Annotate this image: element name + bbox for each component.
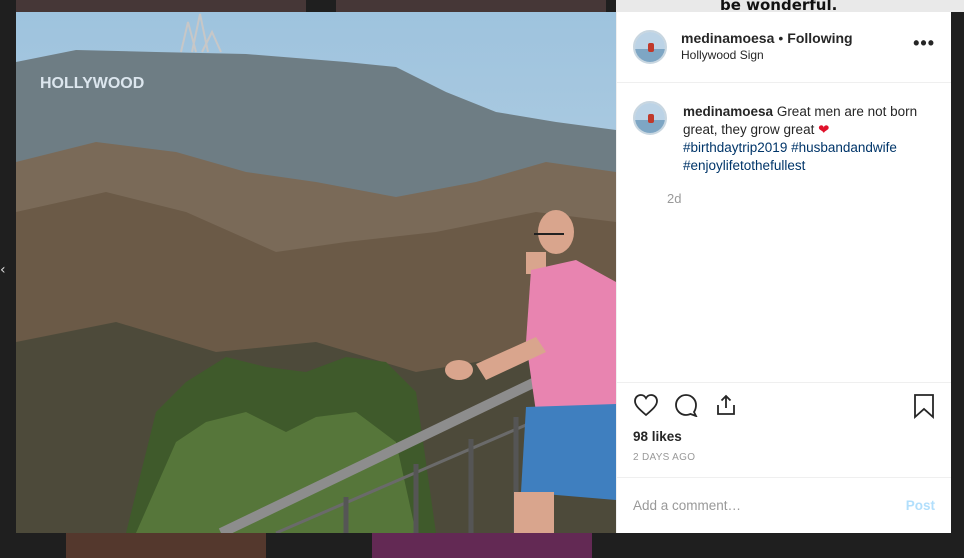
avatar[interactable]: [633, 30, 667, 64]
share-icon[interactable]: [713, 393, 739, 422]
bookmark-icon[interactable]: [913, 393, 935, 424]
post-caption: medinamoesa Great men are not born great…: [683, 103, 933, 175]
heart-emoji: ❤: [818, 122, 830, 137]
hashtag-link[interactable]: #birthdaytrip2019: [683, 140, 787, 155]
comment-input[interactable]: Add a comment…: [633, 498, 906, 513]
feed-tile: [16, 0, 306, 12]
photo-illustration: HOLLYWOOD: [16, 12, 616, 533]
feed-tile: [336, 0, 606, 12]
heart-icon[interactable]: [633, 393, 659, 422]
username-link[interactable]: medinamoesa: [681, 30, 774, 46]
hollywood-sign: HOLLYWOOD: [40, 75, 144, 92]
following-button[interactable]: Following: [787, 30, 852, 46]
caption-username[interactable]: medinamoesa: [683, 104, 773, 119]
avatar[interactable]: [633, 101, 667, 135]
hashtag-link[interactable]: #husbandandwife: [791, 140, 897, 155]
post-side-panel: medinamoesa • Following Hollywood Sign •••…: [616, 12, 951, 533]
post-modal: HOLLYWOOD medinamoesa • Following Hollyw…: [16, 12, 951, 533]
separator-dot: •: [778, 30, 784, 46]
post-comment-button[interactable]: Post: [906, 498, 935, 513]
comment-timestamp[interactable]: 2d: [667, 191, 933, 206]
comments-area: medinamoesa Great men are not born great…: [617, 83, 951, 382]
feed-tile: [66, 533, 266, 558]
prev-post-arrow-icon[interactable]: ‹: [0, 262, 6, 278]
post-header: medinamoesa • Following Hollywood Sign •••: [617, 12, 951, 83]
more-options-icon[interactable]: •••: [913, 34, 935, 52]
likes-count[interactable]: 98 likes: [633, 429, 935, 444]
add-comment-bar: Add a comment… Post: [617, 477, 951, 533]
post-actions: 98 likes 2 DAYS AGO: [617, 382, 951, 477]
location-link[interactable]: Hollywood Sign: [681, 47, 853, 64]
comment-icon[interactable]: [673, 393, 699, 422]
hashtag-link[interactable]: #enjoylifetothefullest: [683, 158, 805, 173]
feed-tile: [372, 533, 592, 558]
post-date[interactable]: 2 DAYS AGO: [633, 452, 935, 463]
post-photo[interactable]: HOLLYWOOD: [16, 12, 616, 533]
